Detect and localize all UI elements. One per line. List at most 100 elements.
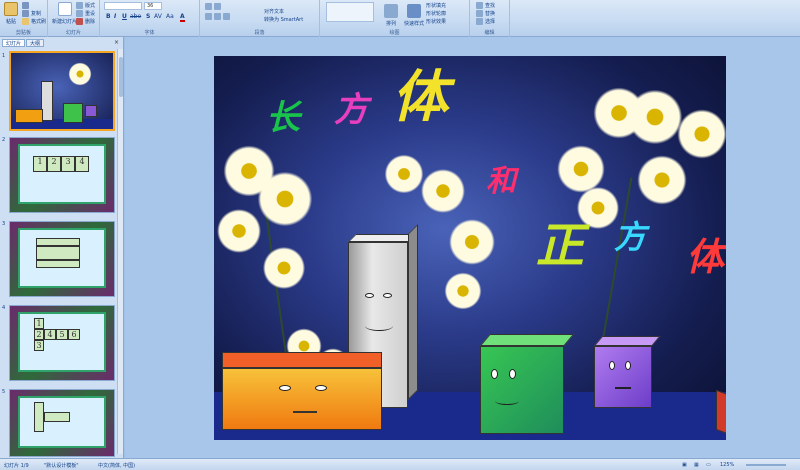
align-left-icon[interactable] (205, 13, 212, 20)
pane-scrollbar[interactable] (117, 49, 123, 454)
language-indicator[interactable]: 中文(简体, 中国) (98, 462, 135, 469)
title-char-ti[interactable]: 体 (392, 56, 448, 133)
shape-fill-button[interactable]: 形状填充 (426, 2, 446, 9)
replace-icon (476, 10, 483, 17)
replace-button[interactable]: 替换 (476, 10, 495, 17)
quick-styles-button[interactable]: 快速样式 (404, 4, 424, 27)
quick-styles-icon (407, 4, 421, 18)
slide-thumbnail-1[interactable] (9, 51, 115, 131)
align-center-icon[interactable] (214, 13, 221, 20)
paste-icon (4, 2, 18, 16)
current-slide[interactable]: 长 方 体 和 正 方 体 (214, 56, 726, 440)
delete-slide-button[interactable]: 删除 (76, 18, 95, 25)
bold-button[interactable]: B (106, 13, 111, 20)
net-cell: 1 (33, 156, 47, 172)
font-color-button[interactable]: A (180, 13, 185, 22)
title-char-chang[interactable]: 长 (266, 90, 300, 139)
font-size-combo[interactable]: 36 (144, 2, 162, 10)
slide-sorter-icon[interactable]: ▦ (694, 462, 699, 468)
eye (279, 385, 291, 391)
net-cell (44, 412, 70, 422)
eye (509, 369, 516, 379)
green-cube[interactable] (480, 346, 564, 434)
shapes-gallery[interactable] (326, 2, 374, 22)
bullets-icon[interactable] (205, 3, 212, 10)
daisy (634, 152, 690, 208)
slide-thumbnail-3[interactable] (9, 221, 115, 297)
convert-smartart-button[interactable]: 转换为 SmartArt (264, 16, 303, 23)
shadow-button[interactable]: S (146, 13, 150, 20)
title-char-fang2[interactable]: 方 (614, 212, 646, 258)
format-painter-button[interactable]: 格式刷 (22, 18, 46, 25)
purple-cube[interactable] (594, 346, 652, 408)
strikethrough-button[interactable]: abe (130, 13, 141, 20)
eye (365, 293, 374, 298)
tab-slides[interactable]: 幻灯片 (2, 39, 26, 47)
net-cell: 1 (34, 318, 44, 329)
find-button[interactable]: 查找 (476, 2, 495, 9)
slide-thumbnail-2[interactable]: 1 2 3 4 (9, 137, 115, 213)
theme-name: "默认设计模板" (44, 463, 79, 469)
daisy (442, 270, 484, 312)
layout-button[interactable]: 版式 (76, 2, 95, 9)
daisy (418, 166, 468, 216)
net-cell (34, 402, 44, 432)
title-char-he[interactable]: 和 (486, 156, 516, 200)
binoculars-icon (476, 2, 483, 9)
slide-counter: 幻灯片 1/9 (4, 463, 29, 469)
italic-button[interactable]: I (114, 13, 116, 20)
slide-thumbnail-5[interactable] (9, 389, 115, 457)
status-bar: 幻灯片 1/9 "默认设计模板" 中文(简体, 中国) ▣ ▦ ▭ 125% (0, 458, 800, 470)
spacing-button[interactable]: AV (154, 13, 162, 20)
title-char-fang[interactable]: 方 (334, 82, 368, 131)
mouth (615, 387, 631, 389)
orange-cuboid[interactable] (222, 368, 382, 430)
slideshow-icon[interactable]: ▭ (706, 462, 711, 468)
eye (315, 385, 327, 391)
brush-icon (22, 18, 29, 25)
eye (609, 361, 615, 370)
title-char-ti2[interactable]: 体 (686, 226, 724, 281)
net-cell (36, 260, 80, 268)
select-button[interactable]: 选择 (476, 18, 495, 25)
daisy (674, 106, 726, 162)
cut-button[interactable] (22, 2, 29, 9)
align-text-button[interactable]: 对齐文本 (264, 8, 284, 15)
editing-group: 查找 替换 选择 编辑 (470, 0, 510, 37)
zoom-slider[interactable] (746, 464, 786, 466)
tab-outline[interactable]: 大纲 (26, 39, 45, 47)
new-slide-icon (57, 2, 72, 16)
align-right-icon[interactable] (223, 13, 230, 20)
orange-cuboid-top (222, 352, 382, 368)
thumb-green-cube (63, 103, 83, 123)
normal-view-icon[interactable]: ▣ (682, 462, 687, 468)
net-cell: 6 (68, 329, 80, 340)
zoom-level[interactable]: 125% (720, 462, 734, 468)
copy-button[interactable]: 复制 (22, 10, 41, 17)
eye (625, 361, 631, 370)
title-char-zheng[interactable]: 正 (536, 206, 584, 276)
underline-button[interactable]: U (122, 13, 127, 20)
shape-effects-button[interactable]: 形状效果 (426, 18, 446, 25)
slide-thumbnail-4[interactable]: 1 2 3 4 5 6 (9, 305, 115, 381)
eye (383, 293, 392, 298)
red-partial-shape[interactable] (716, 389, 726, 435)
shape-outline-button[interactable]: 形状轮廓 (426, 10, 446, 17)
editing-group-label: 编辑 (484, 30, 495, 36)
net-cell: 3 (34, 340, 44, 351)
change-case-button[interactable]: Aa (166, 13, 174, 20)
daisy (260, 244, 308, 292)
reset-button[interactable]: 重设 (76, 10, 95, 17)
numbering-icon[interactable] (214, 3, 221, 10)
paste-button[interactable]: 粘贴 (4, 2, 18, 25)
font-name-combo[interactable] (104, 2, 142, 10)
close-icon[interactable]: × (114, 39, 119, 46)
thumb-daisy (67, 61, 93, 87)
scrollbar-thumb[interactable] (119, 57, 123, 97)
net-cell: 2 (34, 329, 44, 340)
arrange-button[interactable]: 排列 (384, 4, 398, 27)
slide-number: 1 (2, 53, 6, 59)
new-slide-button[interactable]: 新建幻灯片 (52, 2, 77, 25)
tall-cuboid-top (348, 234, 416, 242)
paragraph-group-label: 段落 (254, 30, 265, 36)
